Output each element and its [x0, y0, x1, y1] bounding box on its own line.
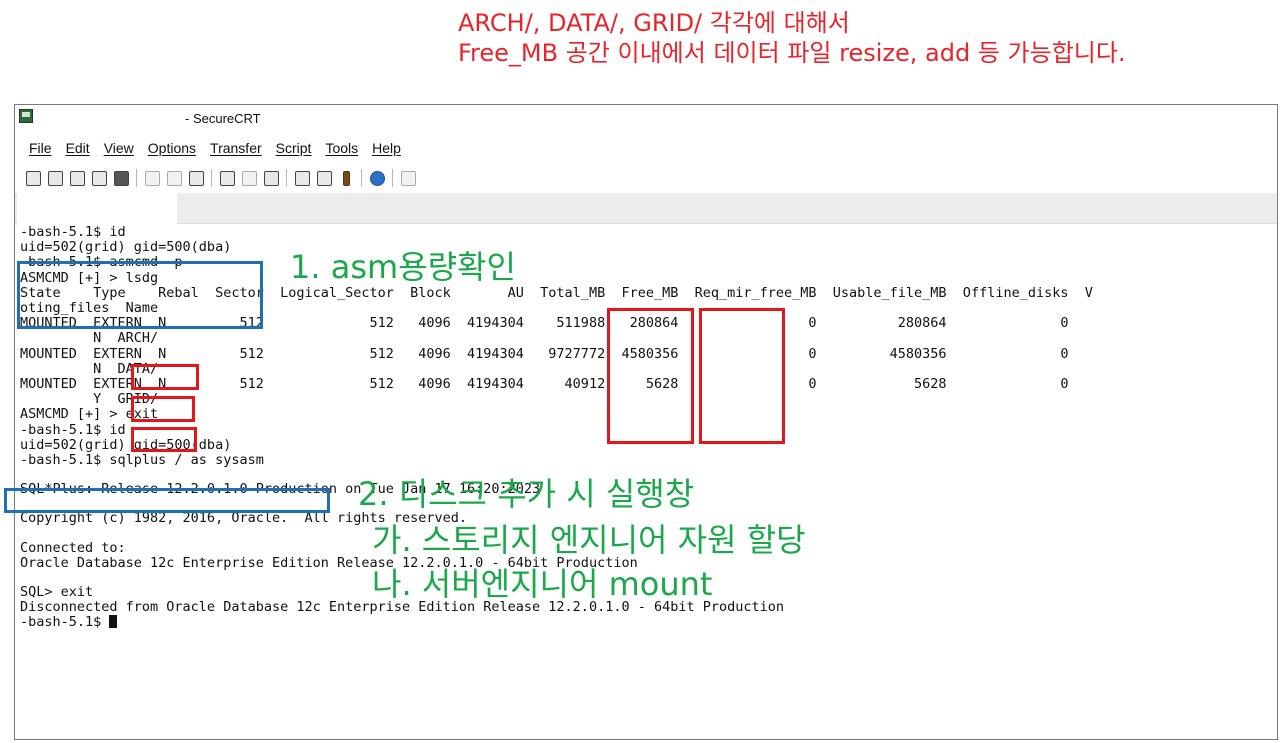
caption-line-1: ARCH/, DATA/, GRID/ 각각에 대해서 [458, 9, 850, 37]
note-step1: 1. asm용량확인 [290, 248, 516, 286]
copy-icon[interactable] [142, 168, 162, 188]
window-title: - SecureCRT [185, 111, 261, 126]
connect-icon[interactable] [23, 168, 43, 188]
terminal-line: -bash-5.1$ id [20, 224, 126, 240]
caption: ARCH/, DATA/, GRID/ 각각에 대해서 Free_MB 공간 이… [458, 8, 1126, 68]
print-setup-icon[interactable] [261, 168, 281, 188]
note-step2b: 나. 서버엔지니어 mount [372, 565, 713, 603]
lsdg-row-arch: MOUNTED EXTERN N 512 512 4096 4194304 51… [20, 315, 1069, 332]
paste-icon[interactable] [164, 168, 184, 188]
menu-edit[interactable]: Edit [59, 137, 97, 159]
caption-line-2: Free_MB 공간 이내에서 데이터 파일 resize, add 등 가능합… [458, 39, 1126, 67]
global-options-icon[interactable] [314, 168, 334, 188]
securecrt-app-icon [19, 109, 33, 123]
lsdg-row-grid-name: Y GRID/ [20, 391, 159, 408]
menu-view[interactable]: View [97, 137, 141, 159]
lsdg-header-line: oting_files Name [20, 300, 159, 317]
menu-help[interactable]: Help [365, 137, 408, 159]
menu-file[interactable]: File [15, 137, 59, 159]
menu-transfer[interactable]: Transfer [203, 137, 269, 159]
toolbar-separator [286, 169, 287, 187]
keymap-icon[interactable] [336, 168, 356, 188]
menu-tools[interactable]: Tools [318, 137, 365, 159]
session-tab-bar [15, 193, 1277, 224]
terminal-line: -bash-5.1$ asmcmd -p [20, 254, 183, 271]
find-icon[interactable] [186, 168, 206, 188]
terminal-line: uid=502(grid) gid=500(dba) [20, 436, 232, 453]
session-tab[interactable] [17, 193, 177, 224]
prompt-text: -bash-5.1$ [20, 614, 110, 631]
toolbar-separator [361, 169, 362, 187]
terminal-line: -bash-5.1$ id [20, 421, 126, 438]
menu-script[interactable]: Script [269, 137, 319, 159]
note-step2a: 가. 스토리지 엔지니어 자원 할당 [372, 521, 806, 559]
terminal-line: ASMCMD [+] > lsdg [20, 269, 159, 286]
securecrt-window: - SecureCRT File Edit View Options Trans… [14, 104, 1278, 740]
terminal-line: uid=502(grid) gid=500(dba) [20, 239, 232, 256]
disconnect-icon[interactable] [111, 168, 131, 188]
print-icon[interactable] [217, 168, 237, 188]
session-options-icon[interactable] [292, 168, 312, 188]
terminal-cursor [109, 615, 118, 629]
lsdg-header-line: State Type Rebal Sector Logical_Sector B… [20, 284, 1093, 301]
menu-options[interactable]: Options [141, 137, 203, 159]
connect-tab-icon[interactable] [67, 168, 87, 188]
help-icon[interactable] [367, 168, 387, 188]
toolbar [23, 165, 418, 191]
print-selection-icon[interactable] [239, 168, 259, 188]
lsdg-row-data-name: N DATA/ [20, 360, 159, 377]
menu-bar: File Edit View Options Transfer Script T… [15, 137, 408, 159]
terminal-prompt: -bash-5.1$ [20, 615, 1270, 630]
quick-connect-icon[interactable] [45, 168, 65, 188]
lsdg-row-arch-name: N ARCH/ [20, 330, 159, 347]
reconnect-icon[interactable] [89, 168, 109, 188]
toolbar-separator [211, 169, 212, 187]
terminal-line: -bash-5.1$ sqlplus / as sysasm [20, 452, 264, 469]
note-step2: 2. 디스크 추가 시 실행창 [358, 475, 695, 513]
toolbar-separator [392, 169, 393, 187]
toolbar-separator [136, 169, 137, 187]
terminal-line: ASMCMD [+] > exit [20, 406, 159, 423]
title-bar: - SecureCRT [15, 105, 1277, 133]
sftp-icon[interactable] [398, 168, 418, 188]
lsdg-row-grid: MOUNTED EXTERN N 512 512 4096 4194304 40… [20, 376, 1069, 393]
lsdg-row-data: MOUNTED EXTERN N 512 512 4096 4194304 97… [20, 345, 1069, 362]
